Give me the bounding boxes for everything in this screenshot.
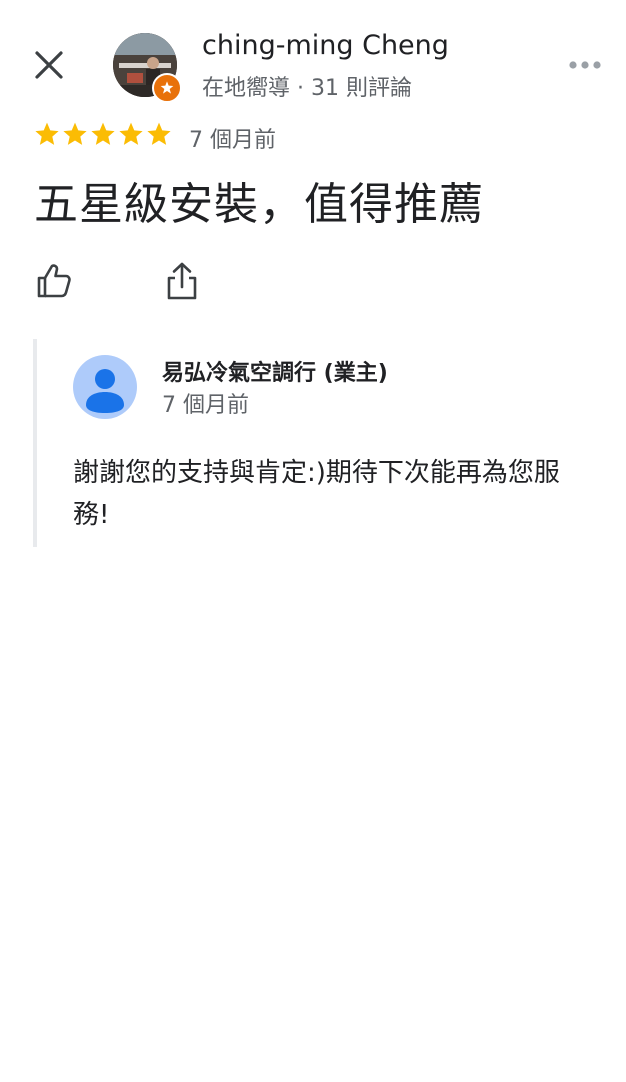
review-text: 五星級安裝，值得推薦 — [34, 179, 484, 230]
share-button[interactable] — [160, 258, 204, 304]
more-options-button[interactable] — [562, 48, 608, 82]
thumbs-up-icon — [37, 264, 71, 298]
person-icon — [86, 369, 124, 413]
star-icon — [63, 122, 87, 145]
star-icon — [35, 122, 59, 145]
close-button[interactable] — [28, 44, 70, 86]
star-icon — [119, 122, 143, 145]
local-guide-badge — [152, 73, 182, 103]
star-icon — [91, 122, 115, 145]
like-button[interactable] — [32, 259, 76, 303]
owner-reply: 易弘冷氣空調行 (業主) 7 個月前 謝謝您的支持與肯定:)期待下次能再為您服務… — [33, 339, 597, 547]
owner-name: 易弘冷氣空調行 (業主) — [162, 361, 388, 386]
owner-reply-time: 7 個月前 — [162, 393, 249, 418]
review-time: 7 個月前 — [189, 128, 276, 153]
star-rating — [34, 121, 172, 147]
more-horizontal-icon — [569, 61, 601, 69]
owner-reply-text: 謝謝您的支持與肯定:)期待下次能再為您服務! — [73, 458, 560, 530]
author-name[interactable]: ching-ming Cheng — [202, 30, 449, 61]
share-icon — [167, 262, 197, 300]
owner-avatar — [73, 355, 137, 419]
review-detail-page: ching-ming Cheng 在地嚮導 · 31 則評論 7 個月前 五星級… — [0, 0, 626, 1082]
local-guide-star-icon — [160, 81, 174, 94]
author-meta: 在地嚮導 · 31 則評論 — [202, 76, 412, 101]
star-icon — [147, 122, 171, 145]
close-icon — [35, 51, 63, 79]
